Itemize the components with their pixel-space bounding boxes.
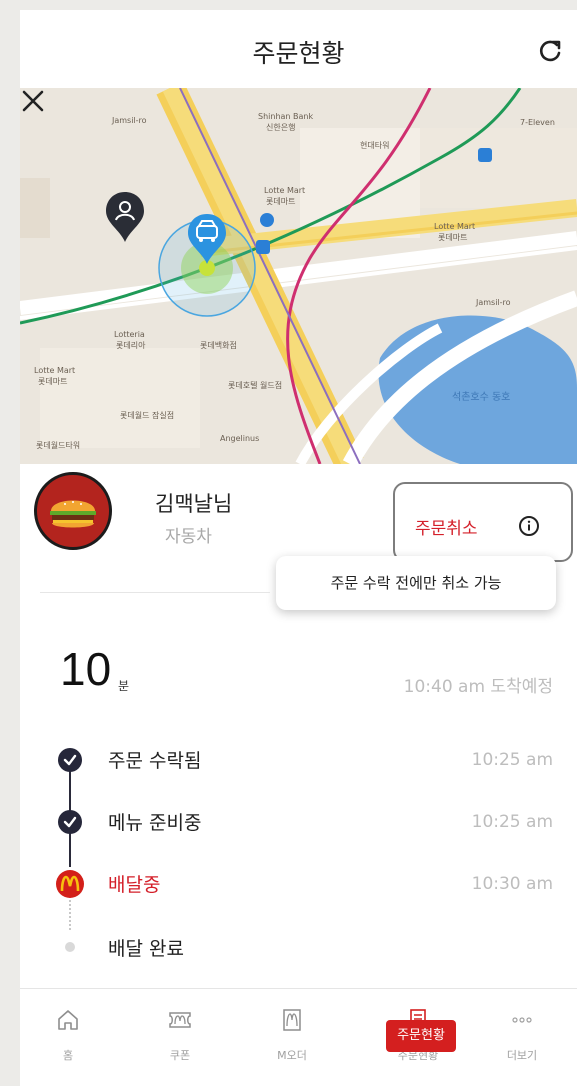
eta-minutes: 10	[60, 643, 112, 695]
nav-label: 쿠폰	[169, 1049, 191, 1062]
map-label: 7-Eleven	[520, 118, 555, 127]
step-label: 주문 수락됨	[108, 750, 202, 772]
map-label: Lotte Mart	[34, 366, 76, 375]
map-label: Jamsil-ro	[476, 298, 511, 307]
info-icon[interactable]	[518, 515, 540, 537]
nav-label: 홈	[62, 1049, 74, 1062]
more-icon	[512, 1017, 532, 1023]
nav-label: M오더	[277, 1049, 307, 1062]
coupon-icon	[169, 1012, 191, 1028]
customer-name: 김맥날님	[155, 492, 233, 516]
page-title: 주문현황	[252, 39, 345, 68]
step-time: 10:30 am	[471, 874, 553, 894]
header: 주문현황	[20, 10, 577, 88]
map-label: 롯데마트	[266, 197, 296, 206]
bottom-nav: 홈 쿠폰 M오더 주문현황 더보기	[20, 988, 577, 1076]
map-label: Lotte Mart	[264, 186, 306, 195]
map-canvas	[20, 88, 577, 464]
map-label: Angelinus	[220, 434, 260, 443]
map-label: Jamsil-ro	[112, 116, 147, 125]
nav-label: 더보기	[506, 1049, 538, 1062]
map-label: 롯데리아	[116, 341, 146, 350]
tooltip-text: 주문 수락 전에만 취소 가능	[330, 574, 502, 592]
step-label: 메뉴 준비중	[108, 812, 202, 834]
map-view[interactable]: Shinhan Bank 신한은행 Lotte Mart 롯데마트 Lotte …	[20, 88, 577, 464]
map-label: 롯데월드타워	[36, 441, 81, 450]
cancel-order-button[interactable]: 주문취소	[393, 482, 573, 562]
map-label: 롯데호텔 월드점	[228, 381, 283, 390]
active-tab-badge[interactable]: 주문현황	[386, 1020, 456, 1052]
refresh-icon[interactable]	[537, 38, 563, 64]
cancel-tooltip: 주문 수락 전에만 취소 가능	[276, 556, 556, 610]
step-label-active: 배달중	[108, 874, 161, 896]
close-icon[interactable]	[20, 88, 46, 114]
map-label: Lotte Mart	[434, 222, 476, 231]
step-time: 10:25 am	[471, 750, 553, 770]
app-screen: 주문현황 Shinhan Bank 신한은행 Lotte Mart 롯데마트 L…	[20, 10, 577, 1086]
nav-home[interactable]: 홈	[28, 989, 108, 1077]
person-pin-icon[interactable]	[104, 190, 146, 244]
pending-dot	[65, 942, 75, 952]
mcdonalds-logo-icon	[56, 870, 84, 898]
vehicle-type: 자동차	[165, 527, 212, 547]
map-label: 롯데마트	[438, 233, 468, 242]
home-icon	[58, 1010, 78, 1030]
burger-icon	[50, 500, 96, 528]
nav-coupon[interactable]: 쿠폰	[140, 989, 220, 1077]
step-time: 10:25 am	[471, 812, 553, 832]
map-label: 현대타워	[360, 141, 390, 150]
car-pin-icon[interactable]	[186, 212, 228, 266]
check-icon	[58, 748, 82, 772]
map-label: 롯데마트	[38, 377, 68, 386]
map-label: 롯데월드 잠실점	[120, 411, 175, 420]
map-label: 신한은행	[266, 123, 296, 132]
map-label: Lotteria	[114, 330, 145, 339]
eta-unit: 분	[118, 679, 130, 693]
map-label: Shinhan Bank	[258, 112, 314, 121]
nav-more[interactable]: 더보기	[482, 989, 562, 1077]
nav-m-order[interactable]: M오더	[252, 989, 332, 1077]
eta-arrival-time: 10:40 am 도착예정	[403, 677, 553, 697]
burger-avatar	[34, 472, 112, 550]
cancel-order-label: 주문취소	[415, 519, 478, 539]
map-label: 롯데백화점	[200, 341, 237, 350]
step-label: 배달 완료	[108, 938, 184, 960]
map-label: 석촌호수 동호	[452, 392, 511, 403]
check-icon	[58, 810, 82, 834]
divider	[40, 592, 270, 593]
m-order-icon	[283, 1009, 301, 1031]
